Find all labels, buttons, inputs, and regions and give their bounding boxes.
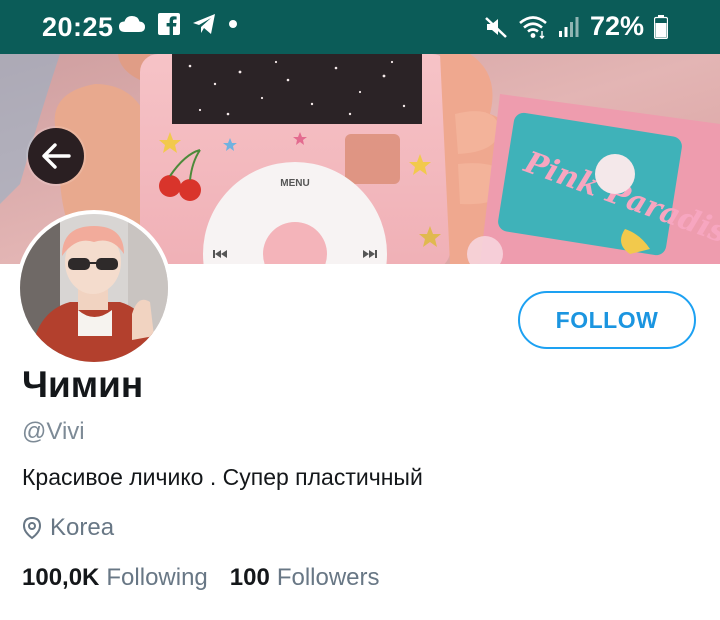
cloud-icon: [119, 16, 145, 32]
followers-label: Followers: [276, 564, 380, 591]
status-bar: 20:25 72%: [0, 0, 720, 54]
profile-avatar[interactable]: [16, 210, 172, 366]
profile-location: Korea: [22, 514, 114, 542]
following-count: 100,0K: [22, 564, 100, 591]
mute-icon: [485, 16, 507, 38]
avatar-photo: [20, 214, 168, 362]
status-time: 20:25: [42, 12, 114, 42]
battery-percentage: 72%: [589, 11, 644, 41]
ipod-menu-label: MENU: [280, 178, 309, 189]
arrow-left-icon: [42, 143, 71, 169]
following-label: Following: [106, 564, 208, 591]
telegram-icon: [193, 14, 215, 34]
facebook-icon: [158, 13, 180, 35]
display-name: Чимин: [22, 364, 144, 405]
battery-icon: [654, 14, 668, 39]
following-stat[interactable]: 100,0K Following: [22, 564, 208, 592]
location-pin-icon: [22, 516, 42, 540]
notification-dot-icon: [229, 20, 237, 28]
user-handle: @Vivi: [22, 418, 85, 445]
back-button[interactable]: [28, 128, 84, 184]
follow-button[interactable]: FOLLOW: [518, 291, 696, 349]
location-label: Korea: [50, 514, 115, 541]
followers-count: 100: [229, 564, 270, 591]
system-icons: 72%: [484, 11, 668, 42]
followers-stat[interactable]: 100 Followers: [230, 564, 380, 592]
follow-stats: 100,0K Following 100 Followers: [22, 564, 380, 592]
signal-icon: [558, 16, 579, 37]
notification-icons: [118, 13, 238, 35]
wifi-icon: [519, 15, 547, 39]
profile-bio: Красивое личико . Супер пластичный: [22, 464, 423, 490]
